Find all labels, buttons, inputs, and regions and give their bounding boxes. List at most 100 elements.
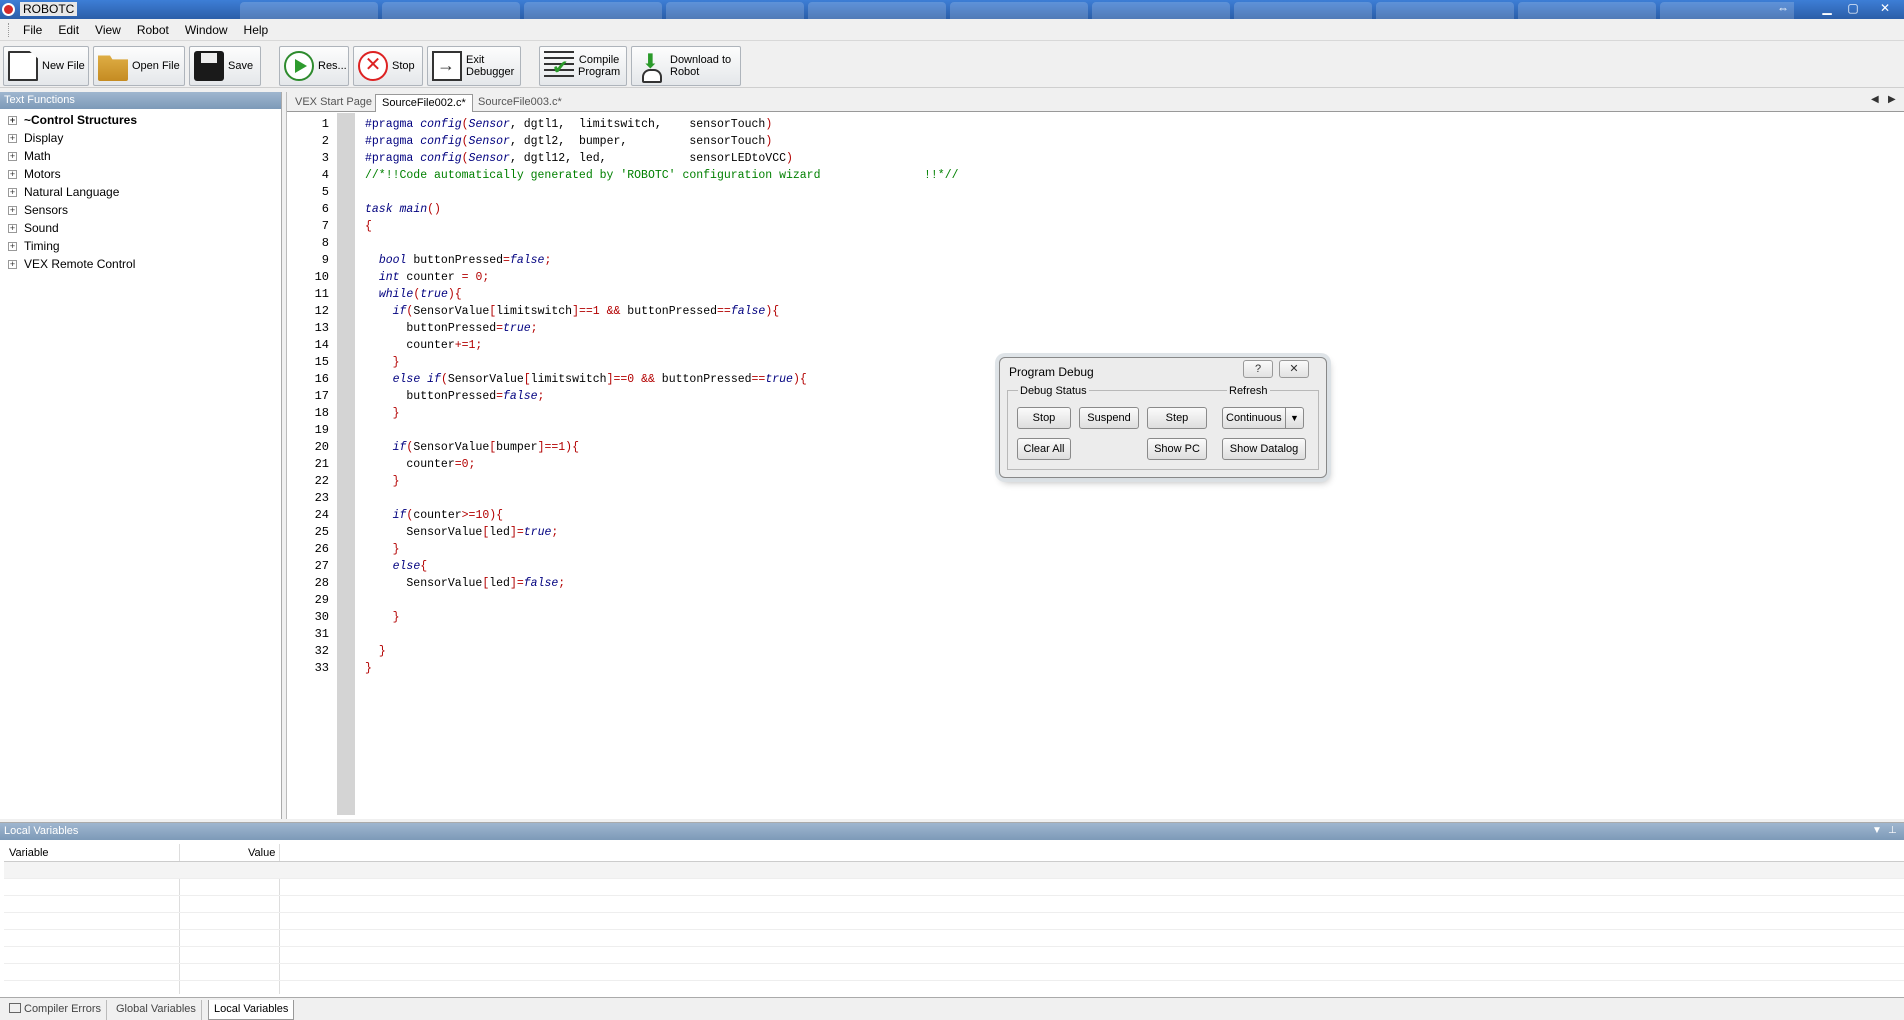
expand-icon[interactable]: + [8,188,17,197]
minimize-button[interactable]: ▁ [1814,0,1840,18]
tree-item-natural-language[interactable]: + Natural Language [0,183,281,201]
expand-icon[interactable]: + [8,260,17,269]
expand-icon[interactable]: + [8,206,17,215]
download-to-robot-button[interactable]: Download toRobot [631,46,741,86]
code-line: #pragma config(Sensor, dgtl2, bumper, se… [365,135,773,148]
breakpoint-margin[interactable] [337,113,355,815]
tab-sourcefile003[interactable]: SourceFile003.c* [472,94,568,112]
stop-icon: ✕ [358,51,388,81]
editor-tabs: VEX Start Page SourceFile002.c* SourceFi… [287,92,1904,112]
code-line: { [365,220,372,233]
tree-item-control-structures[interactable]: + ~Control Structures [0,111,281,129]
tab-vex-start-page[interactable]: VEX Start Page [289,94,378,112]
tab-compiler-errors[interactable]: Compiler Errors [4,1000,108,1020]
window-title: ROBOTC [20,2,78,16]
expand-icon[interactable]: + [8,224,17,233]
table-row[interactable] [4,947,1904,964]
line-number: 31 [314,627,329,641]
new-file-button[interactable]: New File [3,46,89,86]
expand-icon[interactable]: + [8,116,17,125]
line-number: 21 [314,457,329,471]
line-number: 16 [314,372,329,386]
menu-help[interactable]: Help [236,20,277,40]
resume-button[interactable]: Res... [279,46,349,86]
expand-icon[interactable]: + [8,242,17,251]
line-number: 9 [321,253,329,267]
help-icon[interactable]: ? [1243,360,1273,378]
maximize-button[interactable]: ▢ [1840,0,1866,18]
refresh-mode-select[interactable]: Continuous ▼ [1222,407,1304,429]
tab-scroll-right-icon[interactable]: ▶ [1888,94,1896,105]
tab-local-variables[interactable]: Local Variables [208,1000,295,1020]
line-number: 12 [314,304,329,318]
table-row[interactable] [4,964,1904,981]
line-number: 23 [314,491,329,505]
debug-stop-button[interactable]: Stop [1017,407,1071,429]
text-functions-tree: + ~Control Structures + Display + Math + Mot… [0,109,281,273]
floppy-disk-icon [194,51,224,81]
code-line: while(true){ [378,288,462,301]
debug-status-label: Debug Status [1018,385,1089,397]
pin-icon[interactable]: ⊥ [1888,825,1897,836]
save-button[interactable]: Save [189,46,261,86]
table-row[interactable] [4,879,1904,896]
expand-icon[interactable]: + [8,152,17,161]
column-header-value[interactable]: Value [248,844,275,862]
close-button[interactable]: ✕ [1866,0,1904,18]
chevron-down-icon[interactable]: ▼ [1285,408,1303,428]
dialog-close-icon[interactable]: ✕ [1279,360,1309,378]
tree-item-sound[interactable]: + Sound [0,219,281,237]
line-number: 29 [314,593,329,607]
background-window-tabs [240,2,1794,19]
menu-bar: File Edit View Robot Window Help [0,19,1904,41]
menu-edit[interactable]: Edit [50,20,87,40]
panel-dropdown-icon[interactable]: ▼ [1872,825,1882,836]
resize-icon[interactable]: ⇔ [1770,0,1796,18]
tree-item-motors[interactable]: + Motors [0,165,281,183]
line-number: 2 [321,134,329,148]
clear-all-button[interactable]: Clear All [1017,438,1071,460]
tree-item-math[interactable]: + Math [0,147,281,165]
tab-scroll-left-icon[interactable]: ◀ [1871,94,1879,105]
tree-item-display[interactable]: + Display [0,129,281,147]
tree-item-sensors[interactable]: + Sensors [0,201,281,219]
expand-icon[interactable]: + [8,134,17,143]
open-file-button[interactable]: Open File [93,46,185,86]
local-variables-table: Variable Value [4,844,1904,994]
line-number: 11 [314,287,329,301]
bottom-tabs: Compiler Errors Global Variables Local V… [0,997,1904,1020]
column-header-variable[interactable]: Variable [9,844,49,862]
code-line: if(SensorValue[limitswitch]==1 && button… [392,305,780,318]
show-datalog-button[interactable]: Show Datalog [1222,438,1306,460]
code-line: #pragma config(Sensor, dgtl1, limitswitc… [365,118,773,131]
show-pc-button[interactable]: Show PC [1147,438,1207,460]
tab-sourcefile002[interactable]: SourceFile002.c* [375,94,473,112]
exit-debugger-button[interactable]: ExitDebugger [427,46,521,86]
menu-robot[interactable]: Robot [129,20,177,40]
expand-icon[interactable]: + [8,170,17,179]
table-row[interactable] [4,896,1904,913]
tab-global-variables[interactable]: Global Variables [111,1000,202,1020]
menu-file[interactable]: File [15,20,50,40]
menu-view[interactable]: View [87,20,129,40]
line-number: 28 [314,576,329,590]
line-number: 3 [321,151,329,165]
tree-item-vex-remote-control[interactable]: + VEX Remote Control [0,255,281,273]
table-row[interactable] [4,862,1904,879]
stop-button[interactable]: ✕ Stop [353,46,423,86]
exit-icon [432,51,462,81]
compile-program-button[interactable]: CompileProgram [539,46,627,86]
menu-window[interactable]: Window [177,20,236,40]
tree-item-timing[interactable]: + Timing [0,237,281,255]
code-line: } [392,543,400,556]
debug-suspend-button[interactable]: Suspend [1079,407,1139,429]
line-number: 17 [314,389,329,403]
table-row[interactable] [4,913,1904,930]
line-number: 22 [314,474,329,488]
code-line: SensorValue[led]=true; [365,526,559,539]
table-row[interactable] [4,930,1904,947]
text-functions-panel: Text Functions + ~Control Structures + Dis… [0,92,282,819]
debug-step-button[interactable]: Step [1147,407,1207,429]
